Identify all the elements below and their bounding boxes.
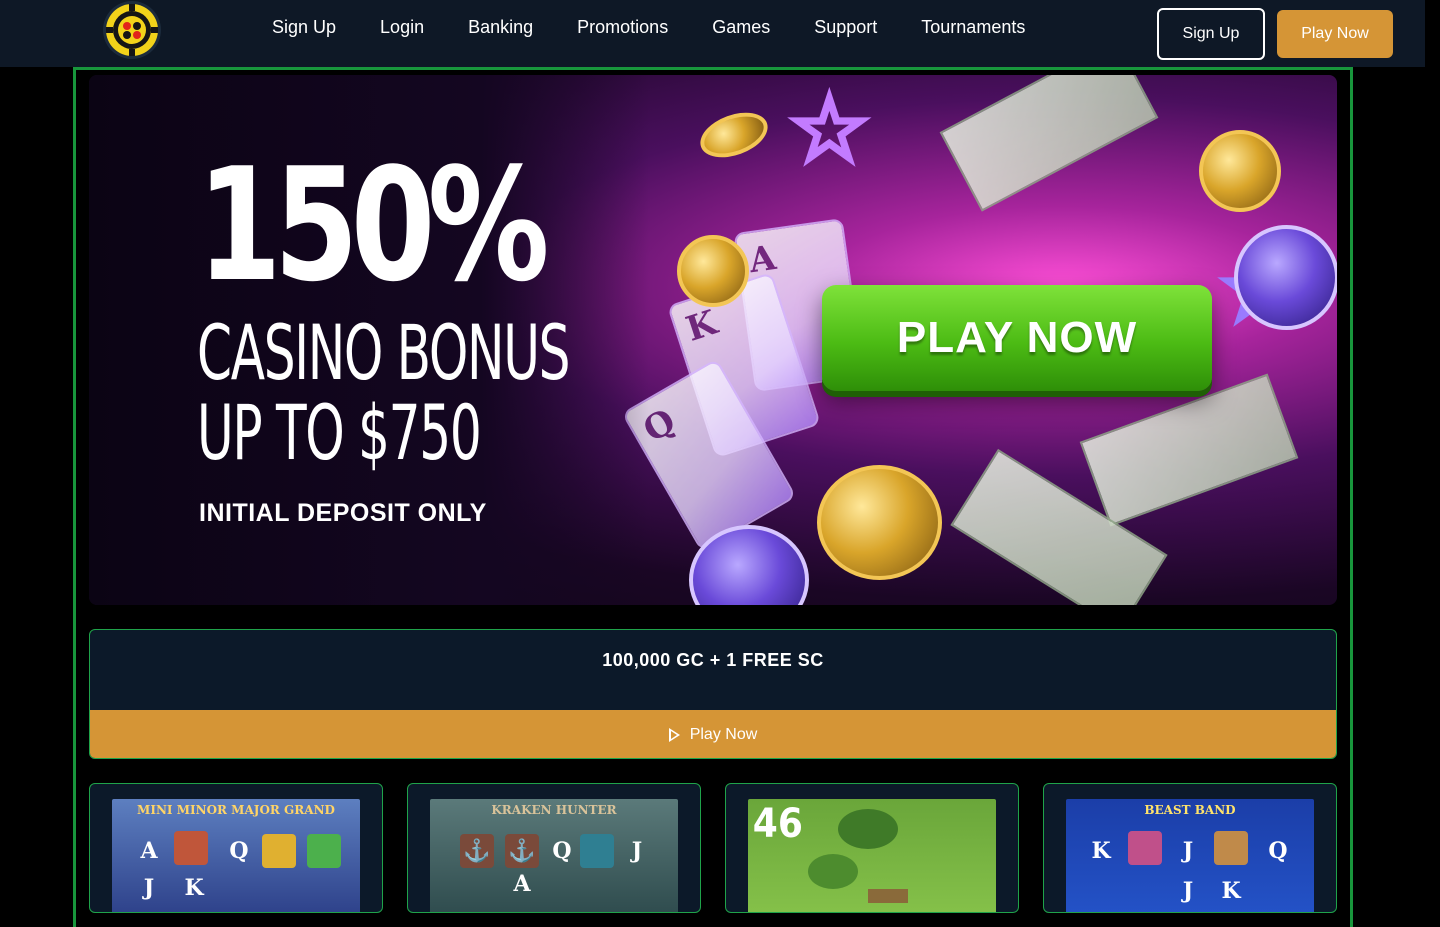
gold-coin-image xyxy=(694,104,774,166)
anchor-symbol: ⚓ xyxy=(505,834,539,868)
slot-symbol: J xyxy=(631,838,643,864)
header-play-now-button[interactable]: Play Now xyxy=(1277,10,1393,58)
top-navigation-bar: Sign Up Login Banking Promotions Games S… xyxy=(0,0,1425,67)
game-label: MINI MINOR MAJOR GRAND xyxy=(137,803,335,817)
anchor-symbol: ⚓ xyxy=(460,834,494,868)
nav-promotions[interactable]: Promotions xyxy=(555,17,690,38)
game-thumbnail[interactable]: KRAKEN HUNTER ⚓ ⚓ A Q J xyxy=(430,799,678,912)
slot-symbol: K xyxy=(1091,838,1111,864)
game-card[interactable]: BEAST BAND K J Q J K xyxy=(1043,783,1337,913)
gold-coin-image xyxy=(1199,130,1281,212)
bridge-image xyxy=(868,889,908,903)
banner-line-2: UP TO $750 xyxy=(197,388,482,477)
nav-tournaments[interactable]: Tournaments xyxy=(899,17,1047,38)
nav-games[interactable]: Games xyxy=(690,17,792,38)
header-sign-up-button[interactable]: Sign Up xyxy=(1157,8,1265,60)
game-thumbnail[interactable]: MINI MINOR MAJOR GRAND A Q J K xyxy=(112,799,360,912)
gold-coin-image xyxy=(677,235,749,307)
promo-button-label: Play Now xyxy=(689,726,758,743)
banner-subtext: INITIAL DEPOSIT ONLY xyxy=(199,499,487,527)
main-nav: Sign Up Login Banking Promotions Games S… xyxy=(250,17,1047,38)
game-thumbnail[interactable]: 46 xyxy=(748,799,996,912)
casino-chip-logo[interactable] xyxy=(98,0,166,62)
slot-symbol: J xyxy=(1182,838,1194,864)
dollar-bill-image xyxy=(1079,373,1299,527)
bush-image xyxy=(808,854,858,889)
game-card[interactable]: MINI MINOR MAJOR GRAND A Q J K xyxy=(89,783,383,913)
nav-login[interactable]: Login xyxy=(358,17,446,38)
game-card[interactable]: KRAKEN HUNTER ⚓ ⚓ A Q J xyxy=(407,783,701,913)
gold-bar-symbol xyxy=(262,834,296,868)
card-rank: K xyxy=(681,302,722,350)
purple-chip-image xyxy=(1234,225,1337,330)
slot-symbol: J xyxy=(1182,878,1194,904)
cash-symbol xyxy=(307,834,341,868)
game-card[interactable]: 46 xyxy=(725,783,1019,913)
dollar-bill-image xyxy=(939,75,1159,212)
nav-sign-up[interactable]: Sign Up xyxy=(250,17,358,38)
diver-symbol xyxy=(580,834,614,868)
game-label: 46 xyxy=(752,801,803,847)
promo-banner[interactable]: ☆ ☆ A K Q 150% CASINO BONUS UP TO $750 I… xyxy=(89,75,1337,605)
game-thumbnail[interactable]: BEAST BAND K J Q J K xyxy=(1066,799,1314,912)
scrollbar-track[interactable] xyxy=(1425,0,1440,900)
promo-offer-card: 100,000 GC + 1 FREE SC Play Now xyxy=(89,629,1337,759)
play-icon xyxy=(668,728,680,742)
nav-support[interactable]: Support xyxy=(792,17,899,38)
slot-symbol: Q xyxy=(552,838,572,864)
star-icon: ☆ xyxy=(787,80,873,180)
banner-headline: 150% xyxy=(197,134,550,316)
gold-coin-image xyxy=(817,465,942,580)
slot-symbol: Q xyxy=(1268,838,1288,864)
banner-line-1: CASINO BONUS xyxy=(197,308,570,397)
banner-play-now-button[interactable]: PLAY NOW xyxy=(822,285,1212,391)
slot-symbol: A xyxy=(140,838,158,864)
bush-image xyxy=(838,809,898,849)
game-label: BEAST BAND xyxy=(1144,803,1236,817)
rocker-symbol xyxy=(1128,831,1162,865)
promo-play-now-button[interactable]: Play Now xyxy=(90,710,1336,758)
slot-symbol: A xyxy=(513,871,531,897)
bear-symbol xyxy=(1214,831,1248,865)
promo-title: 100,000 GC + 1 FREE SC xyxy=(602,650,824,670)
slot-symbol: K xyxy=(1221,878,1241,904)
slot-symbol: Q xyxy=(229,838,249,864)
slot-symbol-portrait xyxy=(174,831,208,865)
nav-banking[interactable]: Banking xyxy=(446,17,555,38)
game-label: KRAKEN HUNTER xyxy=(491,803,617,817)
